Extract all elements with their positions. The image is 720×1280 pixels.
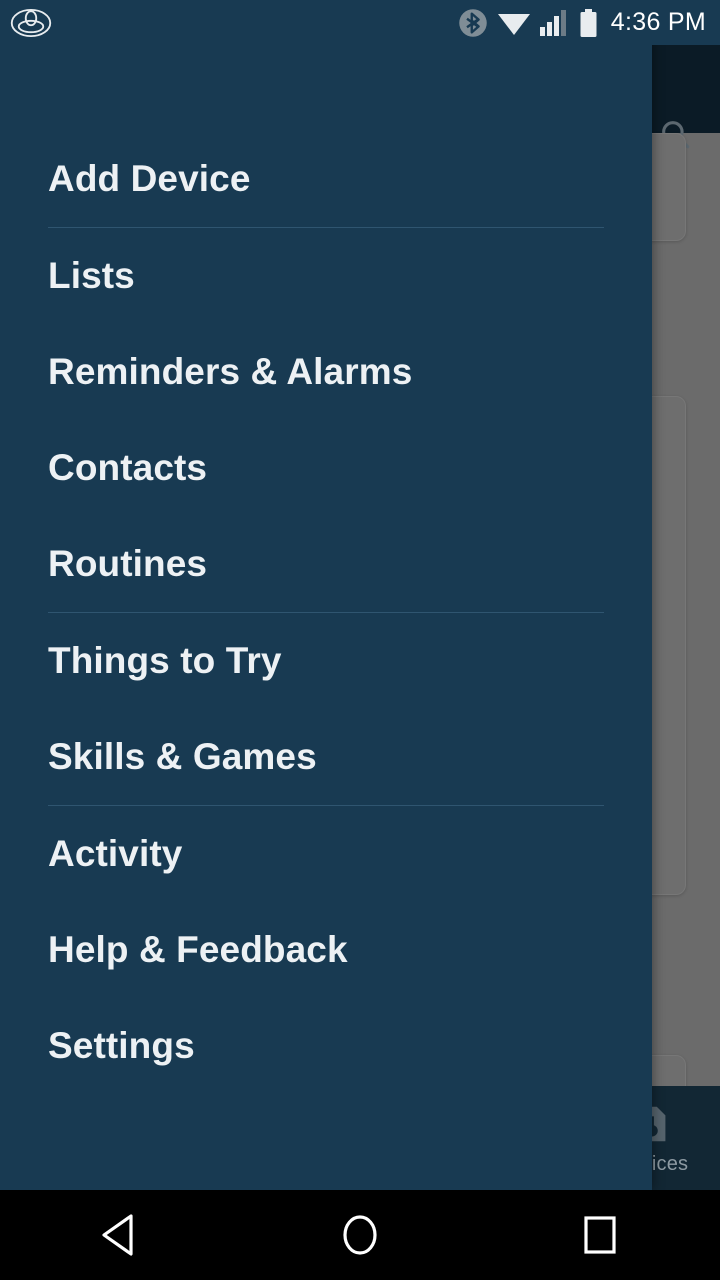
cellular-signal-icon (539, 10, 566, 36)
menu-item-skills-and-games[interactable]: Skills & Games (0, 709, 652, 805)
navigation-drawer: Add Device Lists Reminders & Alarms Cont… (0, 0, 652, 1190)
status-bar: 4:36 PM (0, 0, 720, 45)
circle-home-icon (343, 1215, 377, 1255)
android-navigation-bar (0, 1190, 720, 1280)
menu-row: Settings (0, 998, 652, 1094)
triangle-back-icon (102, 1214, 133, 1256)
menu-row: Things to Try (0, 613, 652, 709)
menu-item-help-and-feedback[interactable]: Help & Feedback (0, 902, 652, 998)
back-button[interactable] (65, 1190, 175, 1280)
menu-item-things-to-try[interactable]: Things to Try (0, 613, 652, 709)
menu-item-add-device[interactable]: Add Device (0, 131, 652, 227)
menu-row: Help & Feedback (0, 902, 652, 998)
bluetooth-icon (459, 8, 487, 37)
battery-icon (580, 8, 597, 37)
menu-item-settings[interactable]: Settings (0, 998, 652, 1094)
drawer-menu-list: Add Device Lists Reminders & Alarms Cont… (0, 45, 652, 1190)
menu-item-lists[interactable]: Lists (0, 228, 652, 324)
menu-row: Activity (0, 806, 652, 902)
menu-item-reminders-and-alarms[interactable]: Reminders & Alarms (0, 324, 652, 420)
square-recents-icon (584, 1216, 616, 1254)
home-button[interactable] (305, 1190, 415, 1280)
phone-screen: Devices Add Device Lists Reminders & Ala… (0, 0, 720, 1280)
menu-item-activity[interactable]: Activity (0, 806, 652, 902)
menu-row: Lists (0, 228, 652, 324)
menu-row: Skills & Games (0, 709, 652, 806)
menu-row: Add Device (0, 131, 652, 228)
menu-item-routines[interactable]: Routines (0, 516, 652, 612)
recents-button[interactable] (545, 1190, 655, 1280)
status-bar-icons: 4:36 PM (458, 8, 706, 38)
menu-item-contacts[interactable]: Contacts (0, 420, 652, 516)
menu-row: Routines (0, 516, 652, 613)
wifi-icon (497, 14, 530, 35)
status-bar-clock: 4:36 PM (610, 8, 706, 36)
menu-row: Reminders & Alarms (0, 324, 652, 420)
toyota-logo-icon (10, 8, 52, 38)
menu-row: Contacts (0, 420, 652, 516)
